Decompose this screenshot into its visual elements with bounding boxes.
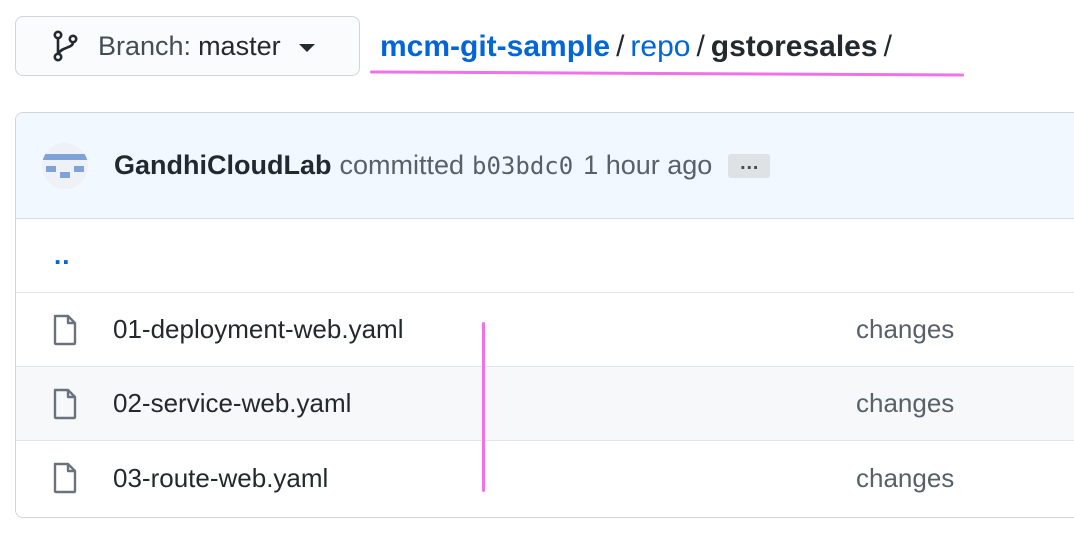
commit-author-link[interactable]: GandhiCloudLab (114, 150, 331, 181)
git-branch-icon (52, 30, 80, 62)
breadcrumb-current: gstoresales (710, 30, 878, 63)
file-commit-message-link[interactable]: changes (856, 388, 954, 419)
file-row: 02-service-web.yaml changes (16, 367, 1074, 441)
avatar-identicon[interactable] (42, 142, 88, 189)
annotation-underline (369, 70, 965, 77)
breadcrumb-folder-link[interactable]: repo (630, 30, 690, 63)
commit-verb: committed (339, 150, 465, 180)
breadcrumb-separator: / (696, 30, 705, 63)
file-list-box: GandhiCloudLab committed b03bdc0 1 hour … (15, 112, 1074, 518)
annotation-vertical-line (482, 322, 485, 492)
breadcrumb-separator: / (616, 30, 625, 63)
breadcrumb-repo-link[interactable]: mcm-git-sample (380, 30, 610, 63)
file-row: 01-deployment-web.yaml changes (16, 293, 1074, 367)
file-name-link[interactable]: 02-service-web.yaml (113, 388, 351, 419)
branch-selector-button[interactable]: Branch: master (15, 16, 360, 76)
parent-directory-link[interactable]: .. (54, 240, 70, 271)
file-commit-message-link[interactable]: changes (856, 463, 954, 494)
parent-directory-row: .. (16, 219, 1074, 293)
page: Branch: master mcm-git-sample / repo / gstor… (0, 0, 1074, 534)
file-row: 03-route-web.yaml changes (16, 441, 1074, 515)
file-icon (52, 462, 78, 494)
file-icon (52, 314, 78, 346)
branch-prefix-label: Branch: (98, 30, 192, 61)
breadcrumb: mcm-git-sample / repo / gstoresales / (380, 27, 898, 67)
file-name-link[interactable]: 01-deployment-web.yaml (113, 314, 403, 345)
chevron-down-icon (298, 44, 315, 52)
commit-ellipsis-button[interactable]: … (728, 153, 771, 178)
breadcrumb-separator: / (883, 30, 892, 63)
commit-sha-link[interactable]: b03bdc0 (472, 152, 573, 180)
file-name-link[interactable]: 03-route-web.yaml (113, 463, 328, 494)
file-icon (52, 388, 78, 420)
latest-commit-bar: GandhiCloudLab committed b03bdc0 1 hour … (16, 113, 1074, 219)
branch-name-label: master (198, 30, 281, 61)
file-commit-message-link[interactable]: changes (856, 314, 954, 345)
commit-time: 1 hour ago (583, 150, 713, 180)
